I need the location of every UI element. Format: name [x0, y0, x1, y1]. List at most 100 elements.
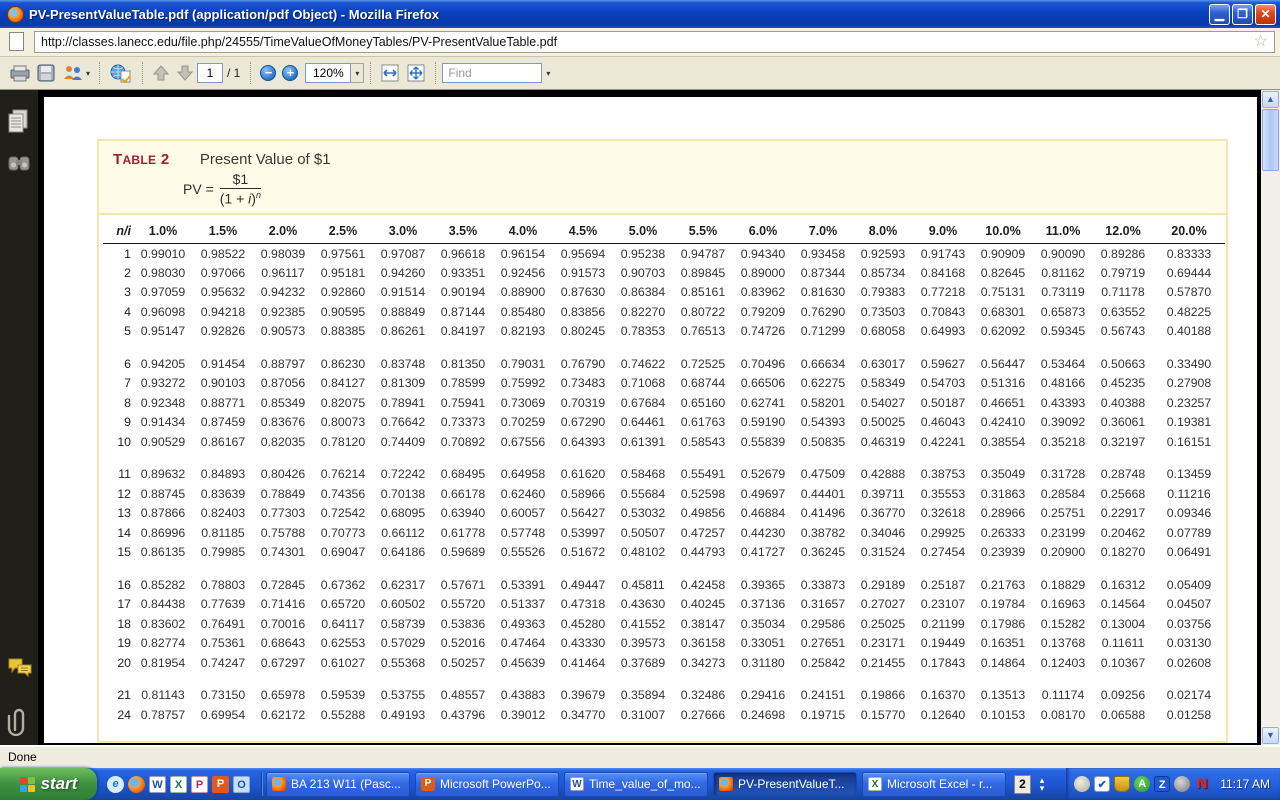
task-button[interactable]: BA 213 W11 (Pasc...: [266, 772, 410, 797]
toolbar-chevron-icon[interactable]: ▴▾: [1035, 776, 1049, 792]
value-cell: 0.03756: [1153, 614, 1225, 634]
value-cell: 0.45280: [553, 614, 613, 634]
task-label: BA 213 W11 (Pasc...: [291, 777, 404, 791]
task-button[interactable]: PMicrosoft PowerPo...: [415, 772, 559, 797]
value-cell: 0.80073: [313, 413, 373, 433]
value-cell: 0.60502: [373, 595, 433, 615]
scroll-up-icon[interactable]: ▲: [1262, 91, 1279, 108]
task-button[interactable]: XMicrosoft Excel - r...: [862, 772, 1006, 797]
value-cell: 0.68301: [973, 302, 1033, 322]
value-cell: 0.70016: [253, 614, 313, 634]
find-input[interactable]: Find: [442, 63, 542, 83]
arrow-up-icon: [152, 64, 170, 82]
value-cell: 0.50835: [793, 432, 853, 452]
value-cell: 0.55288: [313, 705, 373, 725]
zoom-dropdown-arrow-icon[interactable]: ▾: [351, 63, 364, 83]
tray-z-icon[interactable]: Z: [1154, 776, 1170, 792]
start-button[interactable]: start: [0, 768, 97, 800]
value-cell: 0.70319: [553, 393, 613, 413]
task-word-icon: W: [570, 777, 584, 791]
search-panel-icon[interactable]: [7, 152, 31, 179]
page-favicon-icon[interactable]: [5, 31, 29, 53]
value-cell: 0.35049: [973, 465, 1033, 485]
value-cell: 0.89845: [673, 263, 733, 283]
quicklaunch-firefox-icon[interactable]: [128, 776, 145, 793]
url-input[interactable]: http://classes.lanecc.edu/file.php/24555…: [34, 31, 1275, 53]
bookmark-star-icon[interactable]: ☆: [1254, 34, 1268, 50]
scroll-down-icon[interactable]: ▼: [1262, 727, 1279, 744]
value-cell: 0.27666: [673, 705, 733, 725]
quicklaunch-excel-icon[interactable]: X: [170, 776, 187, 793]
value-cell: 0.82403: [193, 504, 253, 524]
comments-panel-icon[interactable]: [7, 656, 33, 685]
tray-volume-icon[interactable]: [1174, 776, 1190, 792]
table-row: 240.787570.699540.621720.552880.491930.4…: [103, 705, 1225, 725]
close-button[interactable]: ✕: [1255, 4, 1276, 25]
page-number-input[interactable]: 1: [197, 63, 223, 83]
value-cell: 0.68744: [673, 374, 733, 394]
col-header: 20.0%: [1153, 221, 1225, 244]
print-button[interactable]: [6, 60, 34, 86]
value-cell: 0.92456: [493, 263, 553, 283]
find-dropdown-arrow-icon[interactable]: ▾: [546, 69, 550, 78]
quicklaunch-ie-icon[interactable]: e: [107, 776, 124, 793]
tray-novell-icon[interactable]: N: [1194, 776, 1210, 792]
value-cell: 0.61027: [313, 653, 373, 673]
arrow-down-icon: [176, 64, 194, 82]
vertical-scrollbar[interactable]: ▲ ▼: [1261, 90, 1280, 745]
quicklaunch-outlook-icon[interactable]: O: [233, 776, 250, 793]
task-button[interactable]: PV-PresentValueT...: [713, 772, 857, 797]
scrollbar-thumb[interactable]: [1262, 109, 1279, 171]
value-cell: 0.90573: [253, 322, 313, 342]
quicklaunch-word-icon[interactable]: W: [149, 776, 166, 793]
value-cell: 0.76513: [673, 322, 733, 342]
table-row: 160.852820.788030.728450.673620.623170.5…: [103, 575, 1225, 595]
quicklaunch-publisher-icon[interactable]: P: [191, 776, 208, 793]
value-cell: 0.56447: [973, 354, 1033, 374]
task-firefox-icon: [719, 777, 733, 791]
fit-width-button[interactable]: [377, 60, 403, 86]
tray-antivirus-icon[interactable]: A: [1134, 776, 1150, 792]
tray-tools-icon[interactable]: ✔: [1094, 776, 1110, 792]
next-page-button[interactable]: [173, 60, 197, 86]
zoom-out-button[interactable]: −: [260, 65, 276, 81]
quicklaunch-powerpoint-icon[interactable]: P: [212, 776, 229, 793]
language-indicator[interactable]: 2: [1014, 775, 1031, 794]
value-cell: 0.72242: [373, 465, 433, 485]
value-cell: 0.71416: [253, 595, 313, 615]
value-cell: 0.89632: [133, 465, 193, 485]
col-header: 5.0%: [613, 221, 673, 244]
pages-panel-icon[interactable]: [7, 108, 31, 141]
value-cell: 0.28966: [973, 504, 1033, 524]
minimize-button[interactable]: ▁: [1209, 4, 1230, 25]
value-cell: 0.81162: [1033, 263, 1093, 283]
value-cell: 0.48102: [613, 543, 673, 563]
value-cell: 0.84438: [133, 595, 193, 615]
value-cell: 0.94340: [733, 244, 793, 264]
tray-shield-icon[interactable]: [1114, 776, 1130, 792]
value-cell: 0.75361: [193, 634, 253, 654]
value-cell: 0.33490: [1153, 354, 1225, 374]
value-cell: 0.03130: [1153, 634, 1225, 654]
save-button[interactable]: [34, 60, 59, 86]
value-cell: 0.88900: [493, 283, 553, 303]
value-cell: 0.42410: [973, 413, 1033, 433]
previous-page-button[interactable]: [149, 60, 173, 86]
tray-messenger-icon[interactable]: [1074, 776, 1090, 792]
value-cell: 0.84127: [313, 374, 373, 394]
restore-button[interactable]: ❐: [1232, 4, 1253, 25]
fit-page-button[interactable]: [403, 60, 429, 86]
email-button[interactable]: ▾: [59, 60, 93, 86]
value-cell: 0.35034: [733, 614, 793, 634]
zoom-in-button[interactable]: +: [282, 65, 298, 81]
value-cell: 0.39365: [733, 575, 793, 595]
zoom-level-input[interactable]: 120%: [305, 63, 351, 83]
attachments-panel-icon[interactable]: [7, 706, 31, 741]
value-cell: 0.11611: [1093, 634, 1153, 654]
task-button[interactable]: WTime_value_of_mo...: [564, 772, 708, 797]
value-cell: 0.76790: [553, 354, 613, 374]
value-cell: 0.32197: [1093, 432, 1153, 452]
task-powerpoint-icon: P: [421, 777, 435, 791]
value-cell: 0.41727: [733, 543, 793, 563]
upload-button[interactable]: [106, 60, 136, 86]
